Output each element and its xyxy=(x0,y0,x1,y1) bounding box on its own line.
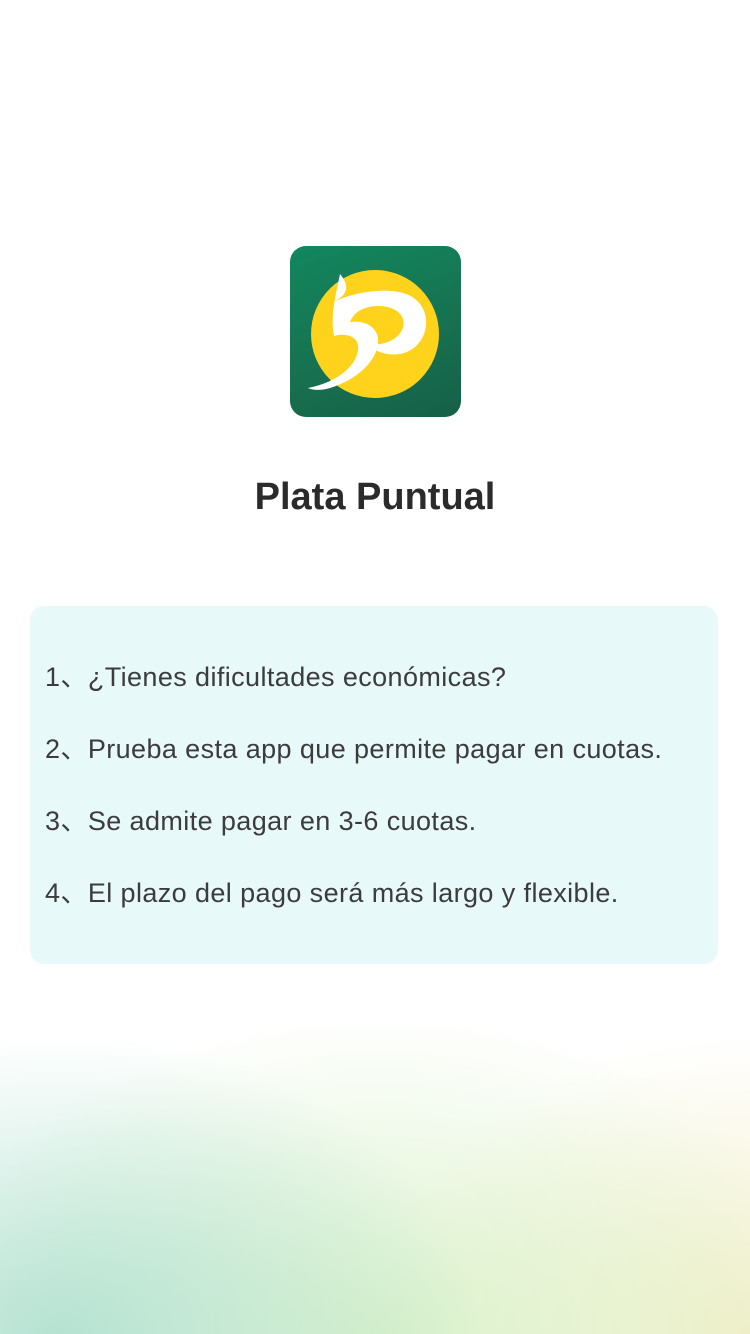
app-title: Plata Puntual xyxy=(254,476,496,518)
info-item: 1、¿Tienes dificultades económicas? xyxy=(45,662,507,692)
info-item: 3、Se admite pagar en 3-6 cuotas. xyxy=(45,806,477,836)
info-card: 1、¿Tienes dificultades económicas? 2、Pru… xyxy=(30,606,718,964)
info-item: 4、El plazo del pago será más largo y fle… xyxy=(45,878,619,908)
info-item: 2、Prueba esta app que permite pagar en c… xyxy=(45,734,663,764)
app-logo-icon xyxy=(290,246,461,417)
